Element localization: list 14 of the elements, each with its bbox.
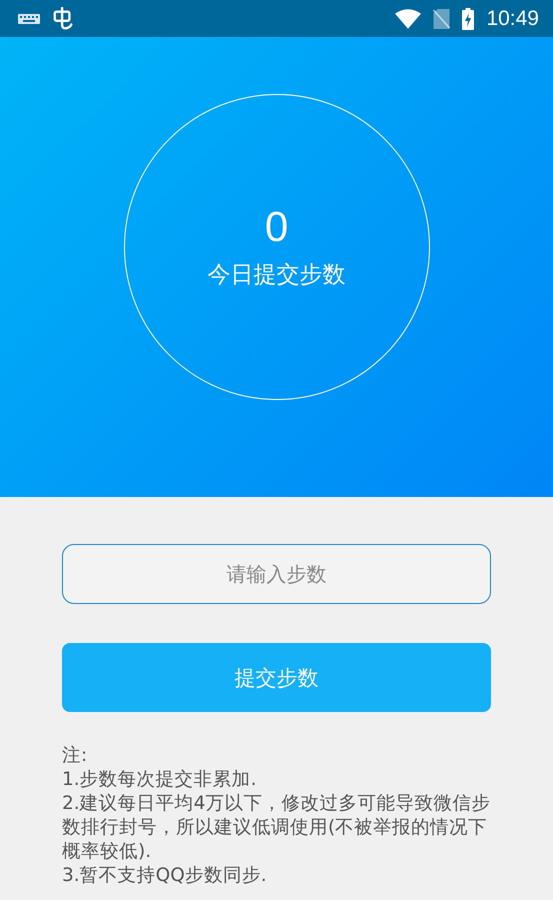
- bug-icon: [52, 6, 74, 30]
- step-count: 0: [264, 204, 288, 251]
- wifi-icon: [395, 8, 422, 28]
- clock-time: 10:49: [486, 6, 539, 30]
- note-title: 注:: [62, 744, 88, 768]
- step-count-label: 今日提交步数: [208, 260, 346, 290]
- note-text: 1.步数每次提交非累加.: [62, 768, 258, 792]
- note-text: 3.暂不支持QQ步数同步.: [62, 864, 268, 888]
- submit-steps-button[interactable]: 提交步数: [62, 643, 491, 712]
- keyboard-icon: [18, 14, 40, 24]
- battery-charging-icon: [462, 8, 474, 30]
- no-sim-icon: [433, 8, 450, 28]
- step-input-field[interactable]: 请输入步数: [62, 544, 491, 604]
- note-text: 2.建议每日平均4万以下，修改过多可能导致微信步数排行封号，所以建议低调使用(不被举报的情况下概率较低).: [62, 792, 492, 864]
